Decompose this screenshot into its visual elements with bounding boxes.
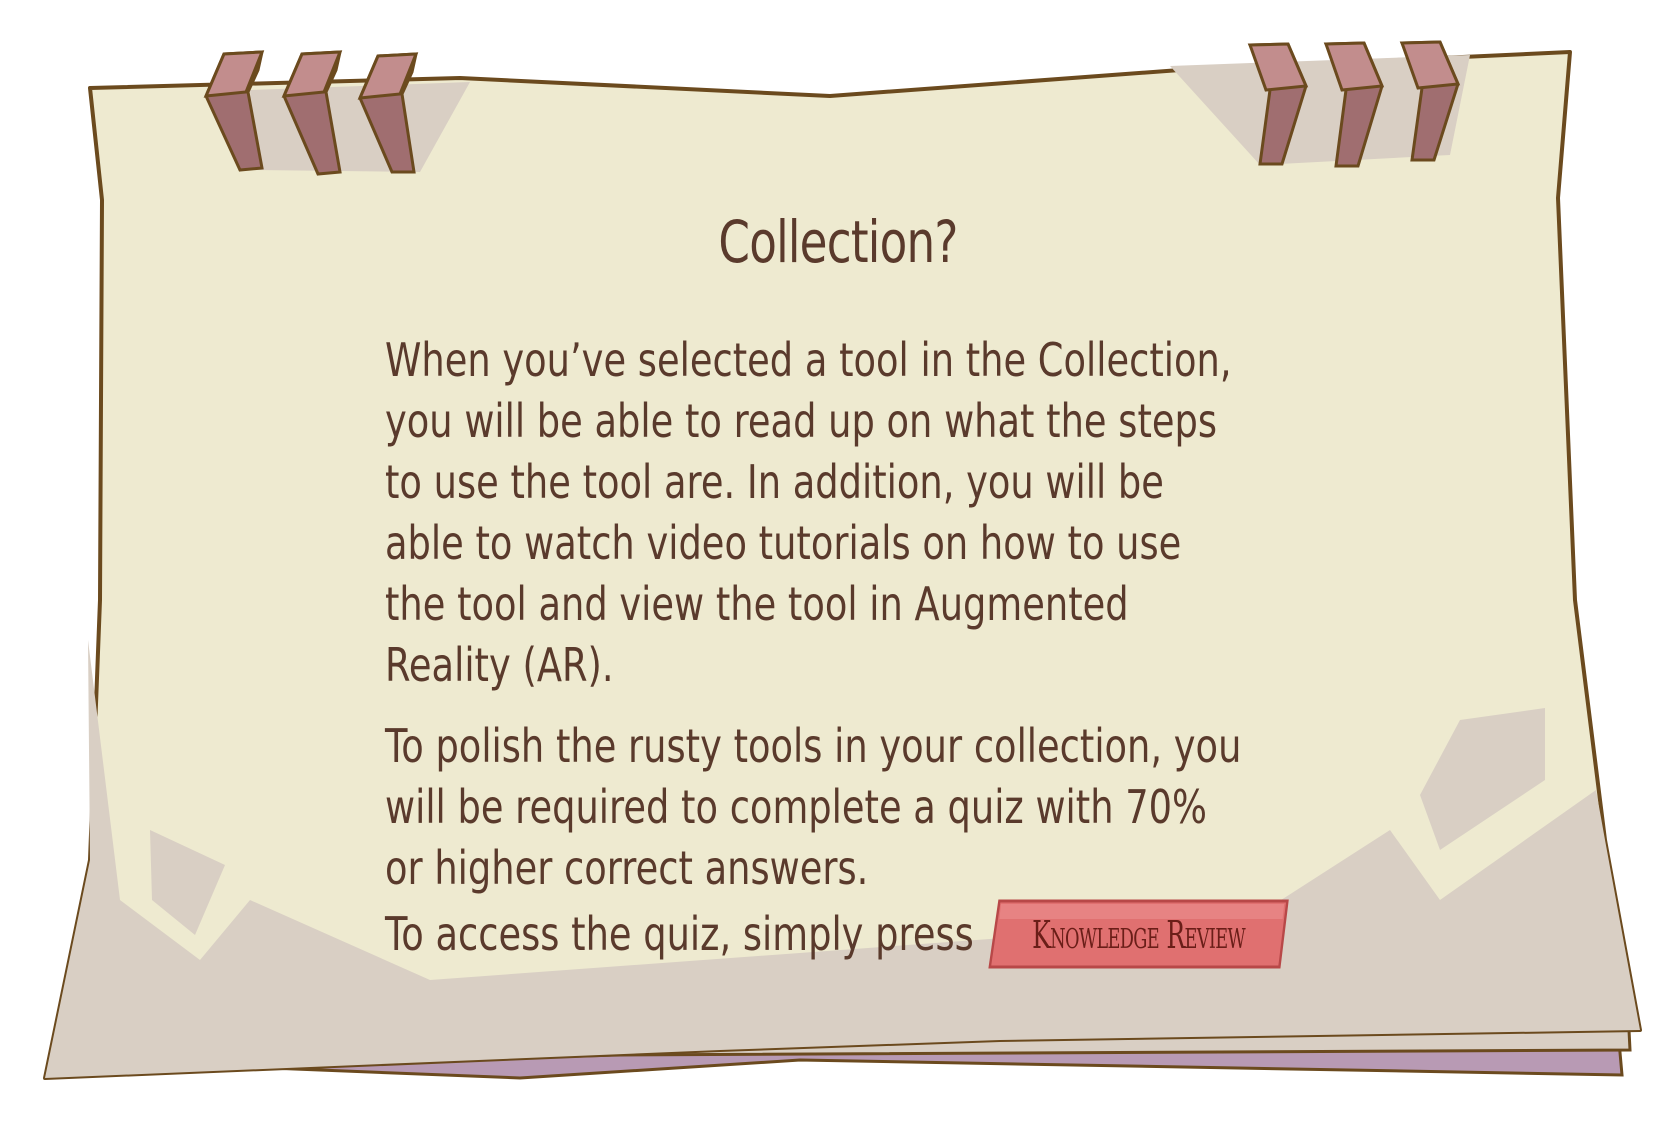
dialog-content: Collection? When you’ve selected a tool … xyxy=(0,0,1676,1124)
paragraph-quiz-info: To polish the rusty tools in your collec… xyxy=(385,719,1242,895)
access-quiz-text: To access the quiz, simply press xyxy=(385,906,974,961)
knowledge-review-label: Knowledge Review xyxy=(1032,913,1246,957)
dialog-title: Collection? xyxy=(718,208,958,276)
access-quiz-line: To access the quiz, simply press Knowled… xyxy=(385,899,1289,969)
paragraph-collection-info: When you’ve selected a tool in the Colle… xyxy=(385,333,1232,692)
dialog-body: When you’ve selected a tool in the Colle… xyxy=(385,330,1289,969)
knowledge-review-button[interactable]: Knowledge Review xyxy=(988,899,1289,969)
